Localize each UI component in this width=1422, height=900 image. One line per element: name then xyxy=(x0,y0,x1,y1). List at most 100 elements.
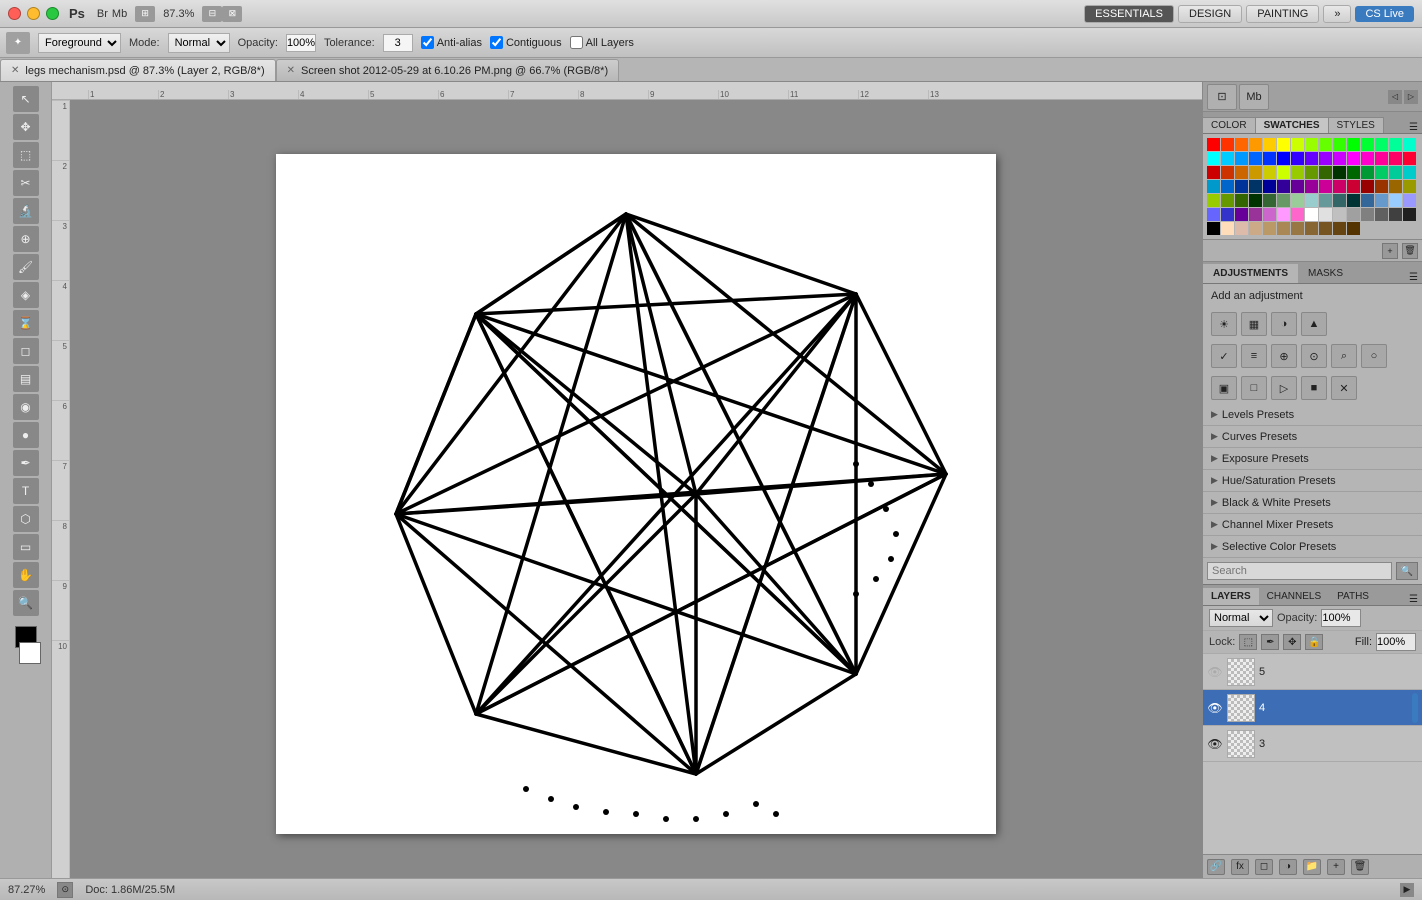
blend-mode-select[interactable]: Normal Dissolve Multiply Screen xyxy=(1209,609,1273,627)
swatches-tab[interactable]: SWATCHES xyxy=(1256,117,1329,133)
swatch-6[interactable] xyxy=(1291,138,1304,151)
status-arrow[interactable]: ▶ xyxy=(1400,883,1414,897)
grid-icon[interactable]: ⊞ xyxy=(135,6,155,22)
swatch-0[interactable] xyxy=(1207,138,1220,151)
selective-color-icon[interactable]: ■ xyxy=(1301,376,1327,400)
anti-alias-checkbox[interactable]: Anti-alias xyxy=(421,36,482,49)
swatch-52[interactable] xyxy=(1305,180,1318,193)
color-tab[interactable]: COLOR xyxy=(1203,117,1256,133)
swatch-5[interactable] xyxy=(1277,138,1290,151)
arrange-icon[interactable]: ⊠ xyxy=(222,6,242,22)
preset-selective-color[interactable]: ▶ Selective Color Presets xyxy=(1203,536,1422,558)
panel-collapse-icon[interactable]: ◁ xyxy=(1388,90,1402,104)
tool-blur[interactable]: ◉ xyxy=(13,394,39,420)
swatch-70[interactable] xyxy=(1347,194,1360,207)
tool-4[interactable]: ✂ xyxy=(13,170,39,196)
swatch-35[interactable] xyxy=(1277,166,1290,179)
tool-3[interactable]: ⬚ xyxy=(13,142,39,168)
panel-menu-icon[interactable]: ☰ xyxy=(1405,122,1422,133)
swatch-39[interactable] xyxy=(1333,166,1346,179)
swatch-99[interactable] xyxy=(1333,222,1346,235)
swatch-28[interactable] xyxy=(1389,152,1402,165)
layer-visibility-4[interactable]: 👁 xyxy=(1207,700,1223,716)
layer-new-icon[interactable]: + xyxy=(1327,859,1345,875)
layer-row-4[interactable]: 👁 4 xyxy=(1203,690,1422,726)
styles-tab[interactable]: STYLES xyxy=(1329,117,1384,133)
presets-search-input[interactable] xyxy=(1207,562,1392,580)
swatch-49[interactable] xyxy=(1263,180,1276,193)
swatch-68[interactable] xyxy=(1319,194,1332,207)
channels-tab[interactable]: CHANNELS xyxy=(1259,588,1329,605)
tool-hand[interactable]: ✋ xyxy=(13,562,39,588)
swatch-17[interactable] xyxy=(1235,152,1248,165)
swatch-23[interactable] xyxy=(1319,152,1332,165)
mode-select[interactable]: Normal xyxy=(168,33,230,53)
swatch-26[interactable] xyxy=(1361,152,1374,165)
swatch-65[interactable] xyxy=(1277,194,1290,207)
fill-value[interactable]: 100% xyxy=(1376,633,1416,651)
swatch-77[interactable] xyxy=(1235,208,1248,221)
minimize-button[interactable] xyxy=(27,7,40,20)
swatch-34[interactable] xyxy=(1263,166,1276,179)
swatch-10[interactable] xyxy=(1347,138,1360,151)
bw-icon[interactable]: ⊕ xyxy=(1271,344,1297,368)
swatch-57[interactable] xyxy=(1375,180,1388,193)
swatch-42[interactable] xyxy=(1375,166,1388,179)
swatch-51[interactable] xyxy=(1291,180,1304,193)
foreground-dropdown[interactable]: Foreground xyxy=(38,33,121,53)
swatch-12[interactable] xyxy=(1375,138,1388,151)
tool-type[interactable]: T xyxy=(13,478,39,504)
tool-2[interactable]: ✥ xyxy=(13,114,39,140)
swatch-76[interactable] xyxy=(1221,208,1234,221)
swatch-81[interactable] xyxy=(1291,208,1304,221)
tolerance-input[interactable]: 3 xyxy=(383,34,413,52)
tool-1[interactable]: ↖ xyxy=(13,86,39,112)
lock-pixels-icon[interactable]: ⬚ xyxy=(1239,634,1257,650)
swatch-32[interactable] xyxy=(1235,166,1248,179)
swatch-55[interactable] xyxy=(1347,180,1360,193)
swatch-82[interactable] xyxy=(1305,208,1318,221)
swatch-84[interactable] xyxy=(1333,208,1346,221)
brightness-icon[interactable]: ☀ xyxy=(1211,312,1237,336)
maximize-button[interactable] xyxy=(46,7,59,20)
swatch-60[interactable] xyxy=(1207,194,1220,207)
layers-panel-menu[interactable]: ☰ xyxy=(1405,594,1422,605)
opacity-value[interactable]: 100% xyxy=(1321,609,1361,627)
preset-exposure[interactable]: ▶ Exposure Presets xyxy=(1203,448,1422,470)
swatch-13[interactable] xyxy=(1389,138,1402,151)
swatch-53[interactable] xyxy=(1319,180,1332,193)
swatch-27[interactable] xyxy=(1375,152,1388,165)
swatch-98[interactable] xyxy=(1319,222,1332,235)
swatch-62[interactable] xyxy=(1235,194,1248,207)
swatch-69[interactable] xyxy=(1333,194,1346,207)
tool-path[interactable]: ⬡ xyxy=(13,506,39,532)
swatch-24[interactable] xyxy=(1333,152,1346,165)
paths-tab[interactable]: PATHS xyxy=(1329,588,1377,605)
swatch-75[interactable] xyxy=(1207,208,1220,221)
swatch-78[interactable] xyxy=(1249,208,1262,221)
swatch-72[interactable] xyxy=(1375,194,1388,207)
swatch-31[interactable] xyxy=(1221,166,1234,179)
swatch-86[interactable] xyxy=(1361,208,1374,221)
swatch-96[interactable] xyxy=(1291,222,1304,235)
swatch-85[interactable] xyxy=(1347,208,1360,221)
layer-link-icon[interactable]: 🔗 xyxy=(1207,859,1225,875)
swatch-1[interactable] xyxy=(1221,138,1234,151)
channel-mixer-icon[interactable]: ⌕ xyxy=(1331,344,1357,368)
swatch-93[interactable] xyxy=(1249,222,1262,235)
swatch-79[interactable] xyxy=(1263,208,1276,221)
swatch-73[interactable] xyxy=(1389,194,1402,207)
swatch-29[interactable] xyxy=(1403,152,1416,165)
panel-icon-1[interactable]: ⊡ xyxy=(1207,84,1237,110)
swatches-new-icon[interactable]: + xyxy=(1382,243,1398,259)
masks-tab[interactable]: MASKS xyxy=(1298,264,1353,283)
magic-wand-tool[interactable]: ✦ xyxy=(6,32,30,54)
swatch-88[interactable] xyxy=(1389,208,1402,221)
swatch-9[interactable] xyxy=(1333,138,1346,151)
swatch-37[interactable] xyxy=(1305,166,1318,179)
swatch-15[interactable] xyxy=(1207,152,1220,165)
swatch-90[interactable] xyxy=(1207,222,1220,235)
layer-mask-icon[interactable]: ◻ xyxy=(1255,859,1273,875)
swatch-50[interactable] xyxy=(1277,180,1290,193)
swatch-3[interactable] xyxy=(1249,138,1262,151)
